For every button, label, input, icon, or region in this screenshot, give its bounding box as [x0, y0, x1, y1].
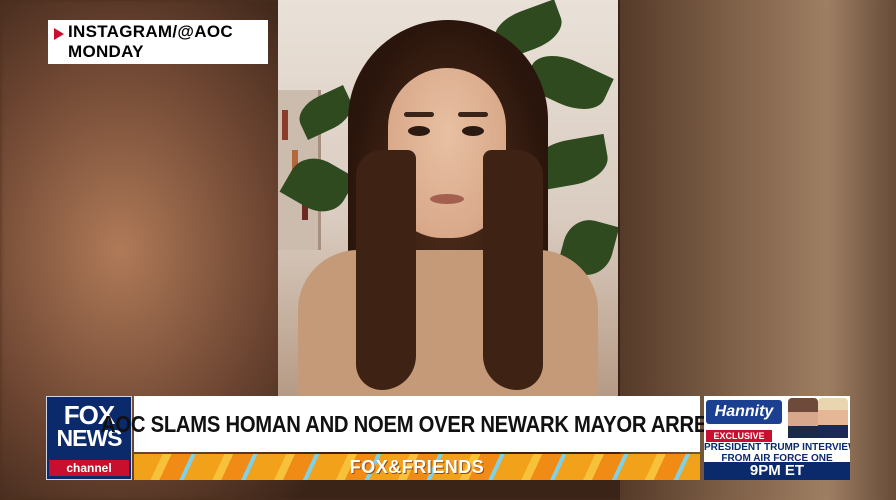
fox-news-logo: FOX NEWS channel	[46, 396, 132, 480]
video-frame	[278, 0, 618, 400]
play-triangle-icon	[54, 28, 64, 40]
show-name-bar: FOX&FRIENDS	[134, 454, 700, 480]
hair-strand-right	[483, 150, 543, 390]
show-name-text: FOX&FRIENDS	[349, 456, 485, 477]
logo-channel-text: channel	[49, 460, 129, 476]
promo-time: 9PM ET	[704, 462, 850, 480]
source-tag: INSTAGRAM/@AOC MONDAY	[48, 20, 268, 64]
exclusive-badge: EXCLUSIVE	[706, 430, 772, 442]
guest-portrait	[818, 398, 848, 438]
source-tag-line1: INSTAGRAM/@AOC	[68, 22, 233, 41]
hair-strand-left	[356, 150, 416, 390]
promo-box: Hannity EXCLUSIVE PRESIDENT TRUMP INTERV…	[704, 396, 850, 480]
shirt	[298, 250, 598, 400]
headline-text: AOC SLAMS HOMAN AND NOEM OVER NEWARK MAY…	[101, 410, 733, 437]
host-portrait	[788, 398, 818, 438]
headline-bar: AOC SLAMS HOMAN AND NOEM OVER NEWARK MAY…	[101, 396, 733, 452]
promo-brand: Hannity	[706, 400, 782, 424]
lower-third: FOX NEWS channel AOC SLAMS HOMAN AND NOE…	[46, 396, 850, 482]
promo-line1: PRESIDENT TRUMP INTERVIEW	[704, 442, 850, 453]
source-tag-line2: MONDAY	[68, 42, 144, 61]
